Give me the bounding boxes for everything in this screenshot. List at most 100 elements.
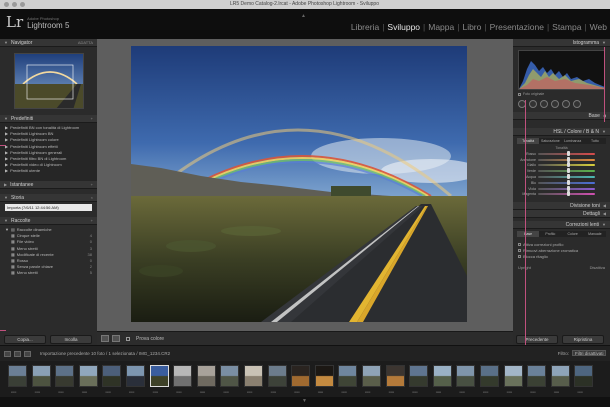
module-6[interactable]: Web [587, 22, 610, 32]
rating-stars[interactable]: ▪▪▪▪▪ [35, 390, 40, 394]
filmstrip-source[interactable]: Importazione precedente 10 foto / 1 sele… [40, 351, 170, 356]
checkbox-icon[interactable] [126, 336, 130, 341]
graduated-filter-icon[interactable] [551, 100, 559, 108]
rating-stars[interactable]: ▪▪▪▪▪ [200, 390, 205, 394]
filmstrip-thumbnail[interactable] [291, 365, 311, 387]
lensTabs-tab[interactable]: Manuale [584, 231, 606, 237]
filmstrip-thumbnail[interactable] [409, 365, 429, 387]
rating-stars[interactable]: ▪▪▪▪▪ [247, 390, 252, 394]
zoom-fit[interactable]: ADATTA [78, 40, 93, 45]
add-preset-icon[interactable]: + [91, 116, 93, 121]
presets-header[interactable]: ▼ Predefiniti + [0, 115, 97, 123]
filmstrip-thumbnail[interactable] [456, 365, 476, 387]
rating-stars[interactable]: ▪▪▪▪▪ [223, 390, 228, 394]
rating-stars[interactable]: ▪▪▪▪▪ [82, 390, 87, 394]
collapse-bottom-icon[interactable]: ▼ [302, 398, 307, 404]
hslTabs-tab[interactable]: Tonalità [517, 138, 540, 144]
filmstrip-thumbnail[interactable] [196, 365, 216, 387]
slider-track[interactable] [538, 162, 595, 168]
filmstrip-thumbnail[interactable] [126, 365, 145, 387]
slider-track[interactable] [538, 150, 595, 156]
hslTabs-tab[interactable]: Luminanza [562, 138, 584, 144]
snapshots-header[interactable]: ▶ Istantanee + [0, 181, 97, 189]
slider-handle[interactable] [566, 168, 570, 174]
before-after-icon[interactable] [112, 335, 120, 342]
slider-handle[interactable] [566, 156, 570, 162]
hsl-header[interactable]: HSL / Colore / B & N ▼ [513, 128, 610, 136]
filmstrip-thumbnail[interactable] [149, 365, 169, 387]
preset-folder[interactable]: ▶ Predefiniti utente [5, 168, 92, 174]
filmstrip-thumbnail[interactable] [503, 365, 523, 387]
module-1[interactable]: Sviluppo [384, 22, 423, 32]
filmstrip-thumbnail[interactable] [314, 365, 334, 387]
lensTabs-tab[interactable]: Colore [562, 231, 584, 237]
rating-stars[interactable]: ▪▪▪▪▪ [459, 390, 464, 394]
main-photo[interactable] [131, 46, 467, 322]
rating-stars[interactable]: ▪▪▪▪▪ [318, 390, 323, 394]
module-0[interactable]: Libreria [348, 22, 382, 32]
rating-stars[interactable]: ▪▪▪▪▪ [129, 390, 134, 394]
spot-removal-icon[interactable] [529, 100, 537, 108]
slider-track[interactable] [538, 168, 595, 174]
rating-stars[interactable]: ▪▪▪▪▪ [341, 390, 346, 394]
filter-dropdown[interactable]: Filtri disattivati [572, 350, 606, 356]
second-window-icon[interactable] [4, 351, 11, 357]
filmstrip-thumbnail[interactable] [8, 365, 27, 387]
zoom-dot[interactable] [20, 2, 25, 7]
lens-option[interactable]: Blocca ritaglio [518, 253, 605, 259]
filmstrip-thumbnail[interactable] [480, 365, 499, 387]
filmstrip-thumbnail[interactable] [385, 365, 405, 387]
filmstrip-thumbnail[interactable] [574, 365, 594, 387]
rating-stars[interactable]: ▪▪▪▪▪ [412, 390, 417, 394]
collapse-top-icon[interactable]: ▲ [301, 13, 306, 19]
slider-handle[interactable] [566, 150, 570, 156]
slider-track[interactable] [538, 156, 595, 162]
navigator-header[interactable]: ▼ Navigator ADATTA [0, 39, 97, 47]
previous-button[interactable]: Precedente [516, 335, 558, 344]
module-2[interactable]: Mappa [425, 22, 457, 32]
filmstrip-thumbnail[interactable] [102, 365, 122, 387]
rating-stars[interactable]: ▪▪▪▪▪ [294, 390, 299, 394]
copy-button[interactable]: Copia... [4, 335, 46, 344]
module-5[interactable]: Stampa [549, 22, 584, 32]
slider-handle[interactable] [566, 162, 570, 168]
filmstrip-thumbnail[interactable] [550, 365, 570, 387]
close-dot[interactable] [4, 2, 9, 7]
navigator-preview[interactable] [13, 53, 84, 109]
rating-stars[interactable]: ▪▪▪▪▪ [507, 390, 512, 394]
rating-stars[interactable]: ▪▪▪▪▪ [271, 390, 276, 394]
hslTabs-tab[interactable]: Saturazione [539, 138, 561, 144]
filmstrip-thumbnail[interactable] [267, 365, 287, 387]
filmstrip-thumbnail[interactable] [338, 365, 358, 387]
filmstrip-thumbnail[interactable] [173, 365, 193, 387]
slider-handle[interactable] [566, 174, 570, 180]
rating-stars[interactable]: ▪▪▪▪▪ [153, 390, 158, 394]
reset-button[interactable]: Ripristina [562, 335, 604, 344]
red-eye-icon[interactable] [540, 100, 548, 108]
slider-track[interactable] [538, 185, 595, 191]
slider-track[interactable] [538, 191, 595, 197]
checkbox-icon[interactable] [518, 254, 521, 258]
slider-handle[interactable] [566, 191, 570, 197]
grid-view-icon[interactable] [14, 351, 21, 357]
paste-button[interactable]: Incolla [50, 335, 92, 344]
rating-stars[interactable]: ▪▪▪▪▪ [436, 390, 441, 394]
filmstrip[interactable]: ▪▪▪▪▪ ▪▪▪▪▪ ▪▪▪▪▪ ▪▪▪▪▪ ▪▪▪▪▪ ▪▪▪▪▪ ▪▪▪▪▪ ▪▪▪▪▪… [0, 361, 610, 397]
back-arrow-icon[interactable] [24, 351, 31, 357]
detail-header[interactable]: Dettagli ◀ [513, 210, 610, 219]
rating-stars[interactable]: ▪▪▪▪▪ [365, 390, 370, 394]
rating-stars[interactable]: ▪▪▪▪▪ [58, 390, 63, 394]
slider-track[interactable] [538, 174, 595, 180]
history-entry[interactable]: Importa (7/6/11 12:44:56 AM) [5, 204, 92, 211]
upright-value[interactable]: Disattiva [590, 265, 605, 270]
checkbox-icon[interactable] [518, 92, 521, 96]
loupe-view-icon[interactable] [101, 335, 109, 342]
slider-track[interactable] [538, 179, 595, 185]
slider-handle[interactable] [566, 185, 570, 191]
basic-header[interactable]: Base ◀ [513, 112, 610, 120]
add-collection-icon[interactable]: + [91, 218, 93, 223]
radial-filter-icon[interactable] [562, 100, 570, 108]
lensTabs-tab[interactable]: Base [517, 231, 540, 238]
lens-header[interactable]: Correzioni lenti ▼ [513, 221, 610, 230]
filmstrip-thumbnail[interactable] [220, 365, 240, 387]
